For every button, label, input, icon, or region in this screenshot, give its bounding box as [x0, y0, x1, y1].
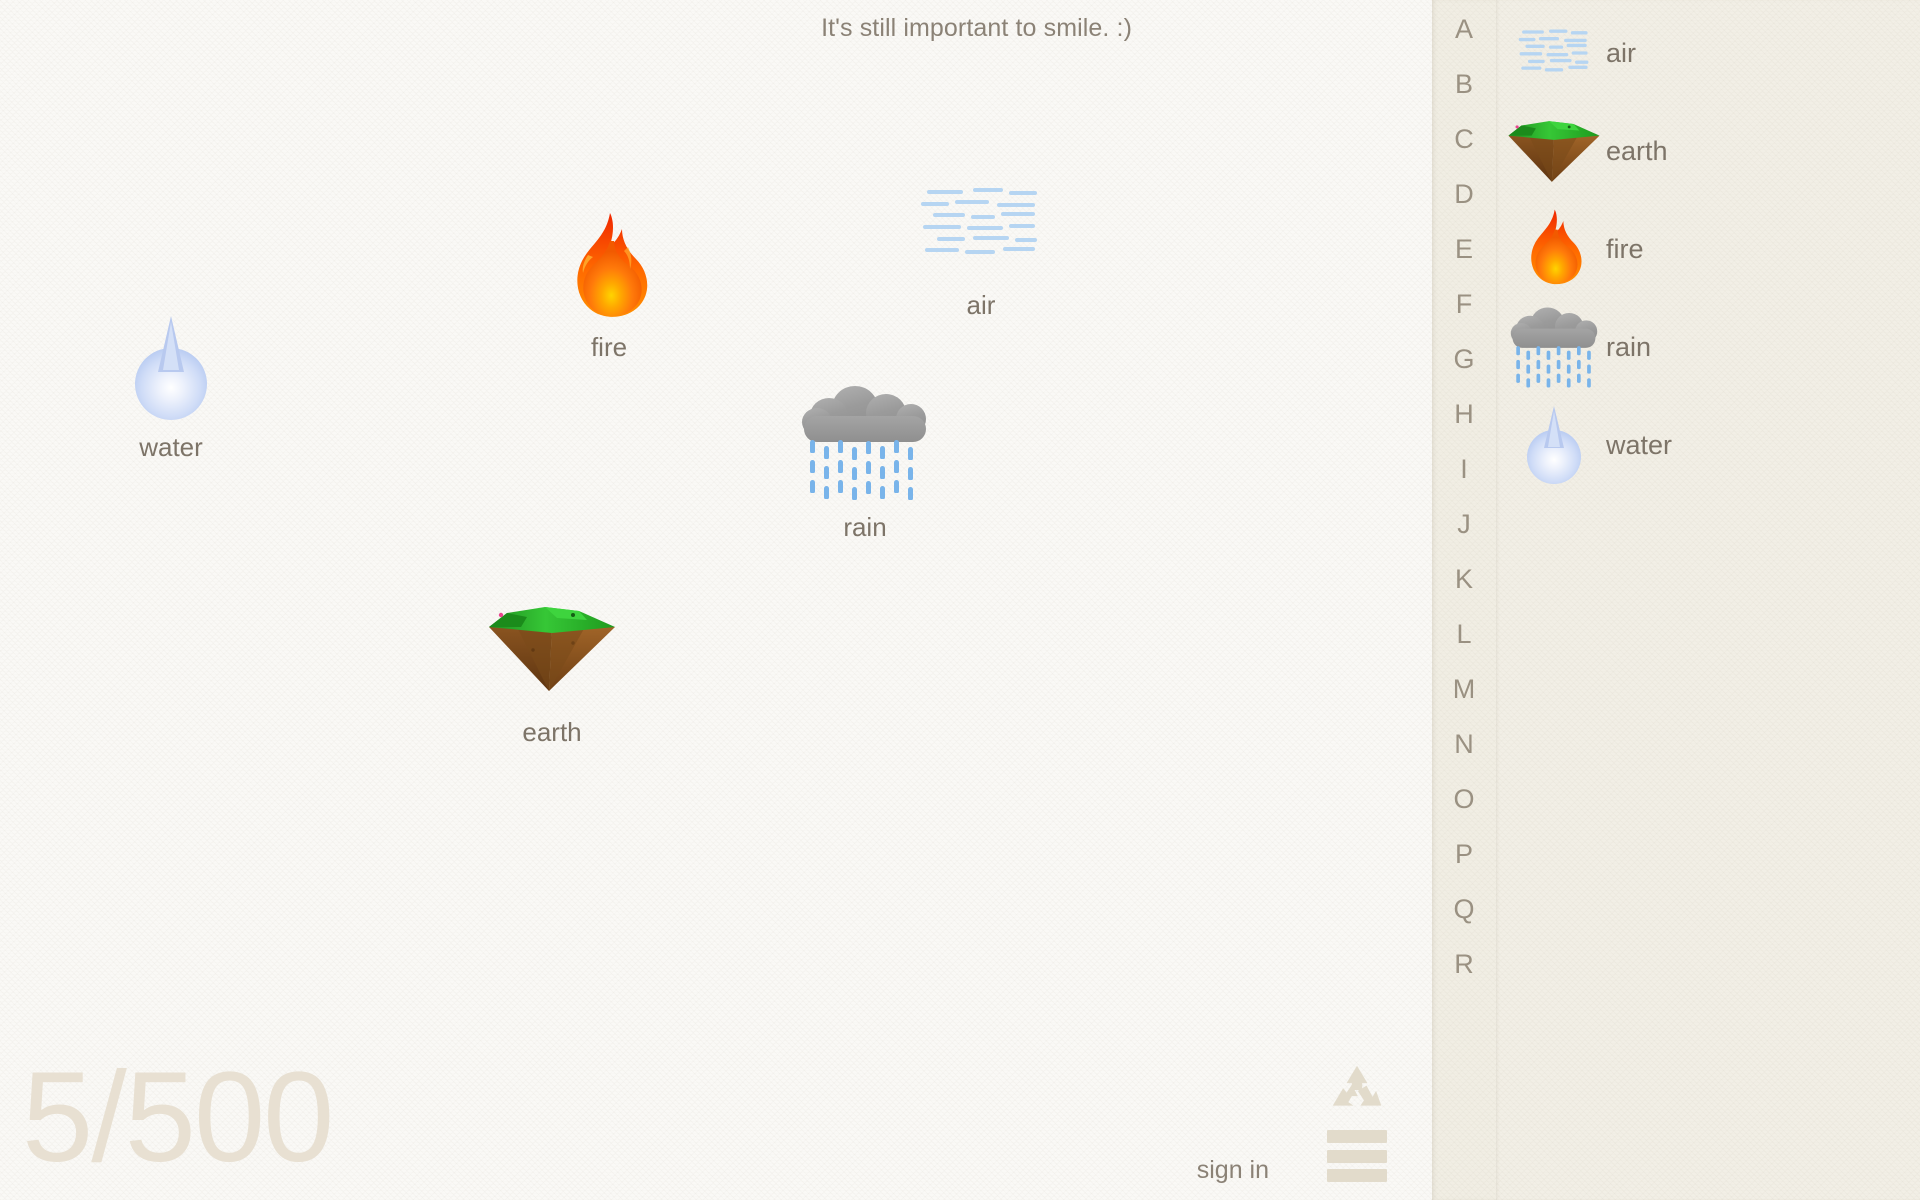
library-item-label: air [1606, 37, 1637, 68]
alpha-letter-r[interactable]: R [1454, 951, 1474, 978]
hamburger-menu-icon[interactable] [1327, 1130, 1387, 1182]
alpha-letter-l[interactable]: L [1456, 621, 1471, 648]
flame-icon [534, 208, 684, 328]
library-item-label: earth [1606, 135, 1668, 166]
canvas-item-label: earth [522, 717, 582, 747]
element-library-panel[interactable]: air earth fire rain water [1496, 0, 1920, 1200]
air-dashes-icon [1506, 7, 1602, 99]
alpha-letter-c[interactable]: C [1454, 126, 1474, 153]
canvas-item-earth[interactable]: earth [477, 585, 627, 748]
alpha-letter-g[interactable]: G [1453, 346, 1474, 373]
earth-pyramid-icon [477, 585, 627, 713]
water-drop-icon [1506, 399, 1602, 491]
alpha-letter-n[interactable]: N [1454, 731, 1474, 758]
menu-bar [1327, 1169, 1387, 1182]
alpha-letter-p[interactable]: P [1455, 841, 1473, 868]
alpha-letter-f[interactable]: F [1456, 291, 1473, 318]
recycle-icon[interactable] [1329, 1064, 1385, 1116]
alpha-letter-b[interactable]: B [1455, 71, 1473, 98]
library-item-air[interactable]: air [1496, 4, 1920, 102]
canvas-item-rain[interactable]: rain [780, 380, 950, 543]
library-item-label: water [1606, 429, 1673, 460]
alpha-letter-e[interactable]: E [1455, 236, 1473, 263]
canvas-item-air[interactable]: air [906, 166, 1056, 321]
alpha-letter-m[interactable]: M [1453, 676, 1476, 703]
bottom-right-controls [1322, 1064, 1392, 1182]
canvas-item-fire[interactable]: fire [534, 208, 684, 363]
library-item-rain[interactable]: rain [1496, 298, 1920, 396]
alpha-letter-q[interactable]: Q [1453, 896, 1474, 923]
canvas-texture [0, 0, 1432, 1200]
rain-cloud-icon [780, 380, 950, 508]
earth-pyramid-icon [1506, 105, 1602, 197]
hint-message: It's still important to smile. :) [821, 14, 1132, 42]
alphabet-index-strip[interactable]: A B C D E F G H I J K L M N O P Q R [1432, 0, 1496, 1200]
library-item-earth[interactable]: earth [1496, 102, 1920, 200]
canvas-item-water[interactable]: water [96, 308, 246, 463]
workspace-canvas[interactable]: It's still important to smile. :) 5/500 … [0, 0, 1432, 1200]
canvas-item-label: water [139, 432, 203, 462]
alpha-letter-j[interactable]: J [1457, 511, 1471, 538]
sign-in-link[interactable]: sign in [1197, 1156, 1269, 1185]
alpha-letter-h[interactable]: H [1454, 401, 1474, 428]
menu-bar [1327, 1130, 1387, 1143]
canvas-item-label: fire [590, 332, 628, 362]
menu-bar [1327, 1149, 1387, 1163]
library-item-fire[interactable]: fire [1496, 200, 1920, 298]
canvas-item-label: rain [843, 512, 887, 542]
alpha-letter-k[interactable]: K [1455, 566, 1473, 593]
library-item-water[interactable]: water [1496, 396, 1920, 494]
flame-icon [1506, 203, 1602, 295]
alpha-letter-o[interactable]: O [1453, 786, 1474, 813]
canvas-item-label: air [966, 290, 996, 320]
alpha-letter-a[interactable]: A [1455, 16, 1473, 43]
alpha-letter-d[interactable]: D [1454, 181, 1474, 208]
library-item-label: fire [1606, 233, 1644, 264]
library-item-label: rain [1606, 331, 1652, 362]
alpha-letter-i[interactable]: I [1460, 456, 1468, 483]
rain-cloud-icon [1506, 301, 1602, 393]
little-alchemy-app: It's still important to smile. :) 5/500 … [0, 0, 1920, 1200]
progress-counter: 5/500 [22, 1046, 334, 1189]
water-drop-icon [96, 308, 246, 428]
air-dashes-icon [906, 166, 1056, 286]
